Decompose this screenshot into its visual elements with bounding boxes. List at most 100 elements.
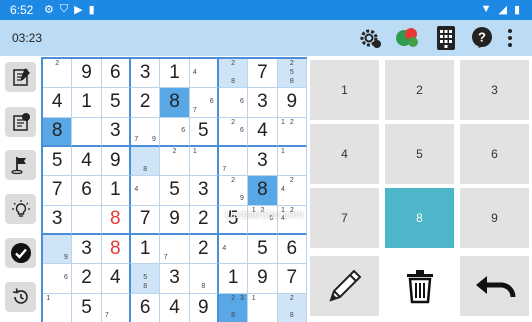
sudoku-cell[interactable]: 1	[72, 88, 102, 118]
sudoku-cell[interactable]: 4	[189, 59, 219, 89]
sudoku-cell[interactable]: 6	[43, 264, 73, 294]
sudoku-cell[interactable]: 8	[130, 146, 161, 177]
theme-color-icon[interactable]	[394, 25, 422, 51]
number-button-4[interactable]: 4	[310, 124, 379, 184]
sudoku-cell[interactable]: 1	[130, 234, 161, 265]
sudoku-cell[interactable]: 5	[248, 234, 278, 265]
sudoku-cell[interactable]: 9	[277, 88, 307, 118]
sudoku-cell[interactable]: 9	[248, 264, 278, 294]
sudoku-cell[interactable]: 3	[189, 176, 219, 206]
help-icon[interactable]: ?	[468, 25, 496, 51]
more-vert-icon[interactable]	[500, 25, 520, 51]
sudoku-cell[interactable]: 4	[160, 293, 190, 322]
sudoku-cell[interactable]: 4	[218, 234, 249, 265]
sudoku-cell[interactable]: 58	[130, 264, 161, 294]
notes-edit-button[interactable]	[5, 62, 36, 92]
sudoku-cell[interactable]: 29	[218, 176, 249, 206]
sudoku-cell[interactable]: 67	[189, 88, 219, 118]
flag-button[interactable]	[5, 150, 36, 180]
sudoku-cell[interactable]: 258	[277, 59, 307, 89]
sudoku-cell[interactable]: 9	[43, 234, 73, 265]
number-button-1[interactable]: 1	[310, 60, 379, 120]
sudoku-cell[interactable]: 2	[189, 234, 219, 265]
sudoku-cell[interactable]: 6	[72, 176, 102, 206]
sudoku-cell[interactable]: 2	[160, 146, 190, 177]
undo-button[interactable]	[460, 256, 529, 316]
sudoku-cell[interactable]: 2	[43, 59, 73, 89]
sudoku-cell[interactable]: 7	[130, 205, 161, 235]
sudoku-cell[interactable]: 7	[218, 146, 249, 177]
sudoku-cell[interactable]: 6	[101, 59, 131, 89]
sudoku-cell[interactable]: 3	[130, 59, 161, 89]
sudoku-cell[interactable]: 7	[160, 234, 190, 265]
sudoku-cell[interactable]	[72, 117, 102, 147]
sudoku-cell[interactable]: 6	[218, 88, 249, 118]
sudoku-cell[interactable]: 3	[248, 88, 278, 118]
sudoku-cell[interactable]: 8	[189, 264, 219, 294]
number-button-3[interactable]: 3	[460, 60, 529, 120]
sudoku-cell[interactable]: 1	[189, 146, 219, 177]
erase-button[interactable]	[385, 256, 454, 316]
sudoku-cell[interactable]: 1	[277, 146, 307, 177]
number-button-6[interactable]: 6	[460, 124, 529, 184]
sudoku-cell[interactable]: 238	[218, 293, 249, 322]
sudoku-cell[interactable]: 6	[160, 117, 190, 147]
sudoku-cell[interactable]: 9	[101, 146, 131, 177]
sudoku-cell[interactable]: 7	[248, 59, 278, 89]
pencil-button[interactable]	[310, 256, 379, 316]
sudoku-cell[interactable]: 24	[277, 176, 307, 206]
sudoku-cell[interactable]: 4	[43, 88, 73, 118]
sudoku-cell[interactable]: 2	[130, 88, 161, 118]
number-button-9[interactable]: 9	[460, 188, 529, 248]
sudoku-cell[interactable]: 1	[43, 293, 73, 322]
sudoku-cell[interactable]: 8	[248, 176, 278, 206]
sudoku-cell[interactable]	[72, 205, 102, 235]
sudoku-cell[interactable]: 3	[248, 146, 278, 177]
sudoku-cell[interactable]: 5	[101, 88, 131, 118]
sudoku-cell[interactable]: 3	[160, 264, 190, 294]
history-button[interactable]	[5, 282, 36, 312]
settings-gear-icon[interactable]	[356, 25, 384, 51]
number-button-7[interactable]: 7	[310, 188, 379, 248]
sudoku-cell[interactable]: 2	[189, 205, 219, 235]
sudoku-cell[interactable]: 28	[218, 59, 249, 89]
number-button-2[interactable]: 2	[385, 60, 454, 120]
sudoku-cell[interactable]: 6	[130, 293, 161, 322]
sudoku-cell[interactable]: 1	[248, 293, 278, 322]
sudoku-cell[interactable]: 4	[130, 176, 161, 206]
sudoku-cell[interactable]: 9	[160, 205, 190, 235]
sudoku-cell[interactable]: 1	[101, 176, 131, 206]
sudoku-cell[interactable]: 8	[101, 205, 131, 235]
sudoku-cell[interactable]: 3	[72, 234, 102, 265]
sudoku-cell[interactable]: 8	[101, 234, 131, 265]
sudoku-cell[interactable]: 4	[72, 146, 102, 177]
sudoku-cell[interactable]: 9	[189, 293, 219, 322]
auto-notes-button[interactable]	[5, 107, 36, 137]
sudoku-cell[interactable]: 6	[277, 234, 307, 265]
sudoku-cell[interactable]: 5	[72, 293, 102, 322]
sudoku-cell[interactable]: 3	[43, 205, 73, 235]
check-button[interactable]	[5, 238, 36, 268]
sudoku-cell[interactable]: 1	[218, 264, 249, 294]
number-button-5[interactable]: 5	[385, 124, 454, 184]
sudoku-cell[interactable]: 8	[43, 117, 73, 147]
sudoku-cell[interactable]: 12	[277, 117, 307, 147]
keypad-icon[interactable]	[432, 25, 460, 51]
sudoku-cell[interactable]: 4	[101, 264, 131, 294]
sudoku-cell[interactable]: 26	[218, 117, 249, 147]
sudoku-cell[interactable]: 3	[101, 117, 131, 147]
number-button-8[interactable]: 8	[385, 188, 454, 248]
sudoku-cell[interactable]: 7	[277, 264, 307, 294]
sudoku-cell[interactable]: 5	[160, 176, 190, 206]
sudoku-cell[interactable]: 9	[72, 59, 102, 89]
sudoku-cell[interactable]: 7	[43, 176, 73, 206]
sudoku-cell[interactable]: 5	[189, 117, 219, 147]
sudoku-cell[interactable]: 7	[101, 293, 131, 322]
sudoku-cell[interactable]: 8	[160, 88, 190, 118]
sudoku-cell[interactable]: 28	[277, 293, 307, 322]
sudoku-cell[interactable]: 2	[72, 264, 102, 294]
sudoku-cell[interactable]: 1	[160, 59, 190, 89]
sudoku-cell[interactable]: 4	[248, 117, 278, 147]
hint-button[interactable]	[5, 194, 36, 224]
sudoku-cell[interactable]: 5	[43, 146, 73, 177]
